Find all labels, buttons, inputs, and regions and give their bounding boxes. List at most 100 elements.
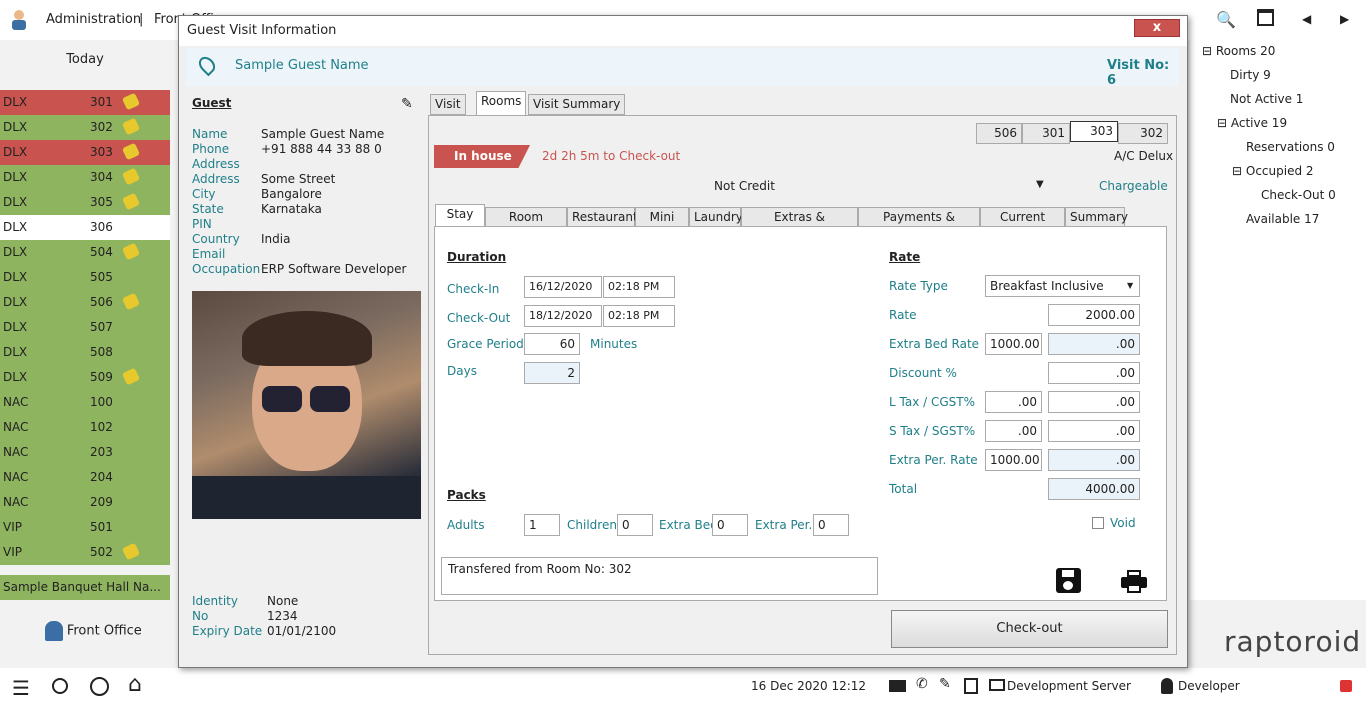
room-row[interactable]: VIP 502 [0,540,170,565]
tree-notactive[interactable]: Not Active 1 [1230,92,1303,106]
ltax-input[interactable]: .00 [985,391,1042,413]
room-row[interactable]: NAC 102 [0,415,170,440]
subtab-stay[interactable]: Stay [435,204,485,227]
rate-type-select[interactable]: Breakfast Inclusive [985,275,1140,297]
save-icon[interactable] [1056,568,1081,593]
menu-icon[interactable]: ☰ [12,676,30,700]
edit-icon[interactable]: ✎ [939,676,951,692]
room-tab-301[interactable]: 301 [1022,123,1070,144]
checkout-time[interactable]: 02:18 PM [603,305,675,327]
extra-per-rate-input[interactable]: 1000.00 [985,449,1042,471]
room-row[interactable]: DLX 304 [0,165,170,190]
room-tab-302[interactable]: 302 [1118,123,1168,144]
tab-visit[interactable]: Visit [430,94,466,115]
phone-icon[interactable]: ✆ [916,676,928,692]
room-row[interactable]: NAC 100 [0,390,170,415]
edit-guest-icon[interactable]: ✎ [401,96,413,112]
room-row[interactable]: DLX 509 [0,365,170,390]
room-type: VIP [3,545,22,559]
room-row[interactable]: NAC 209 [0,490,170,515]
next-icon[interactable]: ▶ [1340,12,1349,26]
admin-label[interactable]: Administration [46,12,141,27]
checkout-label: Check-Out [447,311,511,325]
credit-dropdown-icon[interactable]: ▼ [1036,179,1044,190]
search-icon[interactable]: 🔍 [1216,10,1236,29]
tree-reservations[interactable]: Reservations 0 [1246,140,1335,154]
checkout-date[interactable]: 18/12/2020 [524,305,602,327]
tree-occupied[interactable]: ⊟ Occupied 2 [1232,164,1314,178]
front-office-button[interactable]: Front Office [45,621,142,641]
subtab-mini-bar[interactable]: Mini Bar [635,207,689,243]
print-icon[interactable] [1121,570,1147,593]
room-row[interactable]: DLX 506 [0,290,170,315]
tree-dirty[interactable]: Dirty 9 [1230,68,1271,82]
credit-select[interactable]: Not Credit [714,179,775,193]
room-row[interactable]: DLX 508 [0,340,170,365]
tree-available[interactable]: Available 17 [1246,212,1319,226]
tab-rooms[interactable]: Rooms [476,91,527,115]
user-icon[interactable] [9,8,29,30]
room-row[interactable]: NAC 203 [0,440,170,465]
tree-rooms[interactable]: ⊟ Rooms 20 [1202,44,1275,58]
search-icon[interactable] [52,678,68,694]
guest-field-label: Phone [192,142,230,156]
extraper-input[interactable]: 0 [813,514,849,536]
transfer-note[interactable]: Transfered from Room No: 302 [441,557,878,595]
monitor-icon[interactable] [989,679,1005,691]
room-row[interactable]: VIP 501 [0,515,170,540]
discount-input[interactable]: .00 [1048,362,1140,384]
extra-bed-rate-input[interactable]: 1000.00 [985,333,1042,355]
home-icon[interactable]: ⌂ [128,672,142,697]
prev-icon[interactable]: ◀ [1302,12,1311,26]
tab-visit-summary[interactable]: Visit Summary [528,94,626,115]
room-row[interactable]: DLX 507 [0,315,170,340]
lock-icon[interactable] [1340,680,1352,692]
room-row[interactable]: DLX 301 [0,90,170,115]
stax-input[interactable]: .00 [985,420,1042,442]
room-row[interactable]: DLX 504 [0,240,170,265]
subtab-laundry[interactable]: Laundry [689,207,743,227]
grace-input[interactable]: 60 [524,333,580,355]
room-tab-506[interactable]: 506 [976,123,1022,144]
tree-checkout[interactable]: Check-Out 0 [1261,188,1336,202]
subtab-extras-deductions[interactable]: Extras & Deductions [741,207,858,243]
total-label: Total [889,482,918,496]
subtab-restaurant[interactable]: Restaurant [567,207,638,227]
room-row[interactable]: NAC 204 [0,465,170,490]
void-checkbox[interactable] [1092,517,1104,529]
room-row[interactable]: DLX 505 [0,265,170,290]
subtab-room-service[interactable]: Room Service [485,207,567,243]
room-number: 301 [90,95,113,109]
calculator-icon[interactable] [964,678,978,694]
stax-label: S Tax / SGST% [889,424,976,438]
room-type: DLX [3,270,28,284]
brand-logo: raptoroid [1224,625,1362,658]
extrabed-input[interactable]: 0 [712,514,748,536]
total-field: 4000.00 [1048,478,1140,500]
room-tab-303[interactable]: 303 [1070,121,1118,142]
checkout-button[interactable]: Check-out [891,610,1168,648]
checkin-time[interactable]: 02:18 PM [603,276,675,298]
ltax-amount[interactable]: .00 [1048,391,1140,413]
room-row[interactable]: DLX 305 [0,190,170,215]
checkin-date[interactable]: 16/12/2020 [524,276,602,298]
rate-input[interactable]: 2000.00 [1048,304,1140,326]
dashboard-icon[interactable] [90,677,109,696]
children-input[interactable]: 0 [617,514,653,536]
subtab-payments-receipts[interactable]: Payments & Receipts [858,207,980,243]
banquet-item[interactable]: Sample Banquet Hall Na... [0,575,170,600]
rate-type-dropdown-icon[interactable]: ▼ [1127,281,1133,290]
stax-amount[interactable]: .00 [1048,420,1140,442]
subtab-summary[interactable]: Summary [1065,207,1128,227]
adults-input[interactable]: 1 [524,514,560,536]
mail-icon[interactable] [889,680,906,692]
close-button[interactable]: x [1134,19,1180,37]
tree-active[interactable]: ⊟ Active 19 [1217,116,1287,130]
chargeable-label[interactable]: Chargeable [1099,179,1168,193]
room-row[interactable]: DLX 303 [0,140,170,165]
room-row[interactable]: DLX 302 [0,115,170,140]
subtab-current-status[interactable]: Current Status [980,207,1065,243]
room-row[interactable]: DLX 306 [0,215,170,240]
calendar-icon[interactable] [1257,9,1274,26]
room-type: DLX [3,320,28,334]
